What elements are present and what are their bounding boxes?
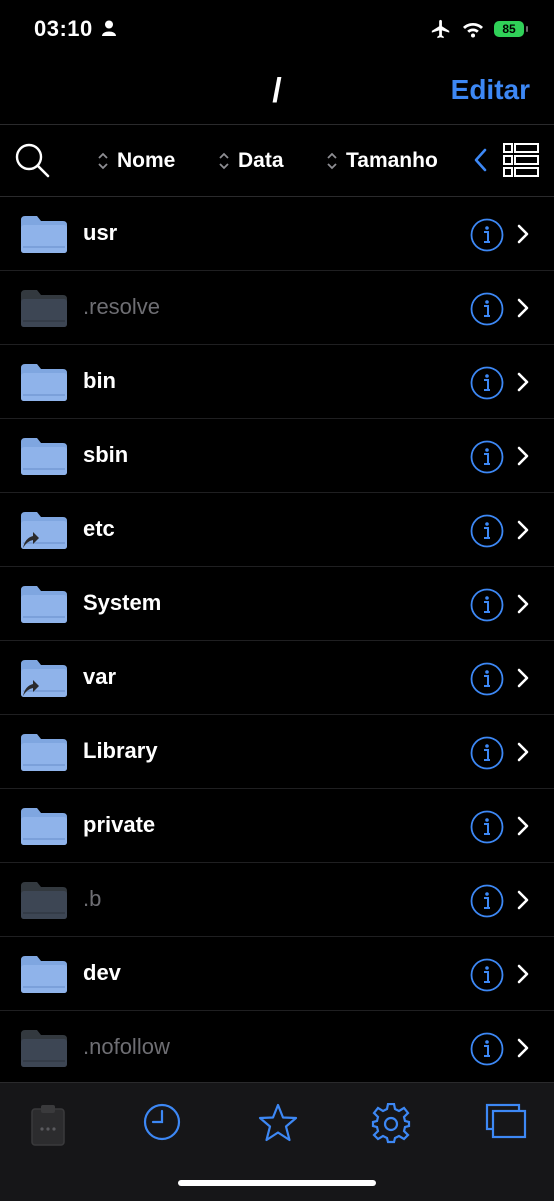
file-name: etc <box>83 516 115 541</box>
favorites-star-icon[interactable] <box>258 1103 298 1143</box>
airplane-icon <box>431 19 450 39</box>
folder-icon <box>21 882 67 919</box>
sort-size-label: Tamanho <box>346 149 438 172</box>
chevron-right-icon[interactable] <box>516 964 530 984</box>
info-icon[interactable] <box>470 440 504 474</box>
info-icon[interactable] <box>470 958 504 992</box>
symlink-folder-icon <box>21 660 67 697</box>
chevron-right-icon[interactable] <box>516 668 530 688</box>
folder-icon <box>21 438 67 475</box>
chevron-right-icon[interactable] <box>516 816 530 836</box>
file-name: bin <box>83 368 116 393</box>
chevron-right-icon[interactable] <box>516 520 530 540</box>
wifi-icon <box>463 23 483 38</box>
clipboard-icon[interactable] <box>30 1103 66 1147</box>
sort-arrows-icon <box>219 152 229 170</box>
file-name: usr <box>83 220 118 245</box>
info-icon[interactable] <box>470 736 504 770</box>
list-item[interactable]: usr <box>0 197 554 271</box>
search-icon[interactable] <box>14 142 50 178</box>
list-item[interactable]: var <box>0 641 554 715</box>
chevron-right-icon[interactable] <box>516 298 530 318</box>
status-bar: 03:10 85 <box>0 0 554 60</box>
file-name: dev <box>83 960 121 985</box>
chevron-right-icon[interactable] <box>516 372 530 392</box>
folder-icon <box>21 956 67 993</box>
battery-level: 85 <box>502 22 516 36</box>
file-list: usr .resolve bin sbin etc System var Lib… <box>0 197 554 1085</box>
chevron-right-icon[interactable] <box>516 1038 530 1058</box>
battery-indicator: 85 <box>494 21 528 37</box>
settings-gear-icon[interactable] <box>370 1103 412 1145</box>
chevron-left-icon[interactable] <box>472 147 488 173</box>
folder-icon <box>21 364 67 401</box>
navigation-bar: / Editar <box>0 60 554 124</box>
file-name: Library <box>83 738 158 763</box>
list-item[interactable]: .b <box>0 863 554 937</box>
list-item[interactable]: .nofollow <box>0 1011 554 1085</box>
chevron-right-icon[interactable] <box>516 446 530 466</box>
sort-bar: Nome Data Tamanho <box>0 125 554 197</box>
folder-icon <box>21 808 67 845</box>
sort-by-date-button[interactable]: Data <box>218 149 284 173</box>
list-view-icon[interactable] <box>503 142 539 178</box>
status-time: 03:10 <box>34 16 93 41</box>
sort-name-label: Nome <box>117 149 176 172</box>
list-item[interactable]: dev <box>0 937 554 1011</box>
folder-icon <box>21 734 67 771</box>
sort-by-name-button[interactable]: Nome <box>97 149 175 173</box>
file-name: private <box>83 812 156 837</box>
sort-arrows-icon <box>327 152 337 170</box>
list-item[interactable]: Library <box>0 715 554 789</box>
sort-arrows-icon <box>98 152 108 170</box>
file-name: System <box>83 590 162 615</box>
info-icon[interactable] <box>470 218 504 252</box>
recents-clock-icon[interactable] <box>143 1103 181 1141</box>
file-name: var <box>83 664 117 689</box>
list-item[interactable]: .resolve <box>0 271 554 345</box>
sort-by-size-button[interactable]: Tamanho <box>326 149 438 173</box>
folder-icon <box>21 586 67 623</box>
file-name: .b <box>83 886 102 911</box>
info-icon[interactable] <box>470 810 504 844</box>
symlink-folder-icon <box>21 512 67 549</box>
list-item[interactable]: private <box>0 789 554 863</box>
list-item[interactable]: sbin <box>0 419 554 493</box>
file-name: .resolve <box>83 294 161 319</box>
info-icon[interactable] <box>470 514 504 548</box>
list-item[interactable]: System <box>0 567 554 641</box>
chevron-right-icon[interactable] <box>516 742 530 762</box>
info-icon[interactable] <box>470 662 504 696</box>
file-name: sbin <box>83 442 129 467</box>
folder-icon <box>21 1030 67 1067</box>
chevron-right-icon[interactable] <box>516 890 530 910</box>
chevron-right-icon[interactable] <box>516 594 530 614</box>
folder-icon <box>21 290 67 327</box>
folder-icon <box>21 216 67 253</box>
sort-date-label: Data <box>238 149 284 172</box>
info-icon[interactable] <box>470 1032 504 1066</box>
list-item[interactable]: etc <box>0 493 554 567</box>
home-indicator[interactable] <box>178 1180 376 1186</box>
chevron-right-icon[interactable] <box>516 224 530 244</box>
person-icon <box>102 20 116 36</box>
info-icon[interactable] <box>470 884 504 918</box>
info-icon[interactable] <box>470 366 504 400</box>
edit-button[interactable]: Editar <box>451 74 530 106</box>
info-icon[interactable] <box>470 588 504 622</box>
windows-icon[interactable] <box>485 1103 527 1139</box>
info-icon[interactable] <box>470 292 504 326</box>
list-item[interactable]: bin <box>0 345 554 419</box>
file-name: .nofollow <box>83 1034 170 1059</box>
